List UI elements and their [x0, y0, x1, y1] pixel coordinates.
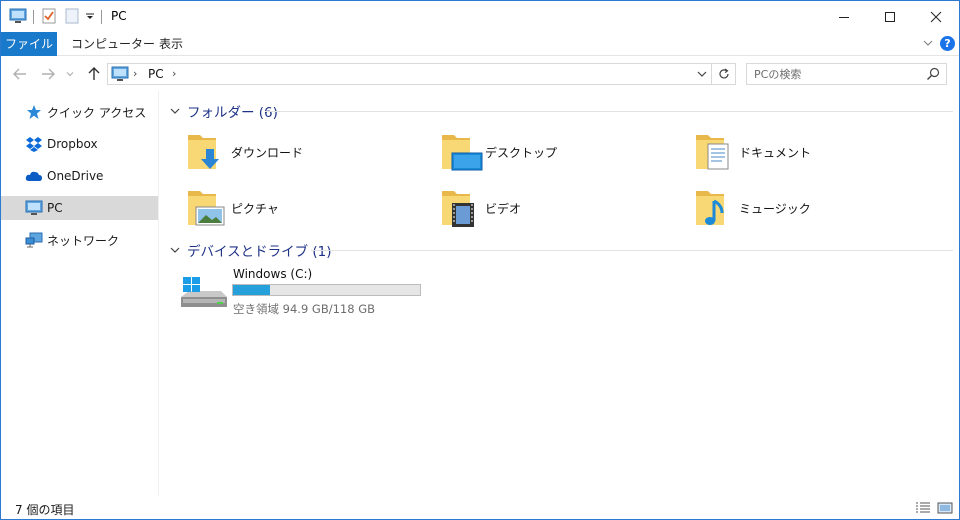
back-button[interactable]	[11, 65, 29, 83]
drive-free-space: 空き領域 94.9 GB/118 GB	[233, 302, 375, 316]
address-history-chevron-icon[interactable]	[697, 68, 707, 82]
devices-group-header[interactable]: デバイスとドライブ (1)	[169, 240, 332, 260]
sidebar-item-network[interactable]: ネットワーク	[1, 228, 158, 252]
title-bar: PC	[1, 1, 959, 32]
group-divider	[265, 111, 953, 112]
desktop-folder-icon	[440, 131, 483, 173]
folder-label: ダウンロード	[231, 145, 304, 160]
documents-folder-icon	[694, 131, 734, 173]
minimize-icon	[839, 16, 849, 18]
search-box[interactable]	[746, 63, 947, 85]
folder-item-documents[interactable]: ドキュメント	[694, 129, 934, 175]
address-bar[interactable]: › PC ›	[107, 63, 712, 85]
collapse-chevron-icon	[170, 247, 180, 253]
refresh-button[interactable]	[712, 63, 736, 85]
customize-toolbar-chevron-icon[interactable]	[85, 7, 95, 25]
navigation-bar: › PC ›	[1, 57, 959, 91]
music-folder-icon	[694, 187, 734, 229]
folder-item-videos[interactable]: ビデオ	[440, 185, 680, 231]
explorer-window: PC ファイル コンピューター 表示 ? › PC › PCの検索 クイック ア…	[0, 0, 960, 520]
sidebar-item-label: PC	[47, 201, 63, 215]
close-button[interactable]	[913, 1, 959, 32]
group-divider	[311, 250, 953, 251]
close-icon	[930, 11, 942, 22]
sidebar-item-dropbox[interactable]: Dropbox	[1, 132, 158, 156]
up-button[interactable]	[85, 65, 103, 83]
folder-label: ピクチャ	[231, 201, 279, 216]
folder-label: ビデオ	[485, 201, 522, 216]
folders-group-header[interactable]: フォルダー (6)	[169, 101, 278, 121]
properties-icon[interactable]	[41, 7, 57, 25]
sidebar-item-label: Dropbox	[47, 137, 98, 151]
maximize-button[interactable]	[867, 1, 913, 32]
ribbon-tab-bar: ファイル コンピューター 表示 ?	[1, 32, 959, 56]
videos-folder-icon	[440, 187, 480, 229]
tab-view[interactable]: 表示	[148, 32, 194, 56]
download-folder-icon	[186, 131, 226, 173]
windows-drive-icon	[181, 277, 229, 313]
pc-icon	[25, 199, 43, 217]
devices-group-title: デバイスとドライブ (1)	[187, 244, 332, 260]
details-view-icon	[916, 502, 930, 513]
onedrive-icon	[25, 167, 43, 185]
tab-file[interactable]: ファイル	[1, 32, 57, 56]
sidebar-item-onedrive[interactable]: OneDrive	[1, 164, 158, 188]
title-separator	[101, 10, 102, 24]
folder-item-music[interactable]: ミュージック	[694, 185, 934, 231]
pictures-folder-icon	[186, 187, 226, 229]
computer-icon[interactable]	[9, 7, 27, 25]
forward-button[interactable]	[39, 65, 57, 83]
refresh-icon	[718, 68, 729, 79]
back-arrow-icon	[13, 68, 26, 80]
drive-usage-fill	[233, 285, 270, 295]
folder-label: デスクトップ	[485, 145, 558, 160]
sidebar-item-label: ネットワーク	[47, 233, 120, 248]
search-icon[interactable]	[926, 67, 940, 84]
status-bar: 7 個の項目	[1, 497, 959, 519]
details-view-button[interactable]	[915, 501, 931, 515]
drive-item-c[interactable]: Windows (C:) 空き領域 94.9 GB/118 GB	[181, 267, 441, 317]
drive-label: Windows (C:)	[233, 267, 313, 281]
recent-locations-button[interactable]	[64, 65, 76, 83]
folder-label: ミュージック	[739, 201, 811, 216]
dropbox-icon	[25, 135, 43, 153]
quick-access-separator	[33, 10, 34, 24]
sidebar-item-pc[interactable]: PC	[1, 196, 158, 220]
new-folder-icon[interactable]	[64, 7, 80, 25]
sidebar-item-label: クイック アクセス	[47, 105, 147, 120]
content-pane: フォルダー (6) ダウンロード デスクトップ ドキュメント ピクチャ ビデオ …	[161, 91, 957, 496]
expand-ribbon-chevron-icon[interactable]	[921, 36, 935, 50]
minimize-button[interactable]	[821, 1, 867, 32]
drive-usage-bar	[232, 284, 421, 296]
forward-arrow-icon	[42, 68, 55, 80]
breadcrumb-pc[interactable]: PC	[148, 67, 164, 81]
folder-label: ドキュメント	[739, 145, 812, 160]
folder-item-desktop[interactable]: デスクトップ	[440, 129, 680, 175]
search-input[interactable]	[754, 67, 914, 81]
breadcrumb-chevron-icon[interactable]: ›	[172, 67, 176, 80]
up-arrow-icon	[88, 67, 100, 80]
large-icons-view-button[interactable]	[937, 501, 953, 515]
pc-icon	[111, 66, 129, 85]
sidebar-item-quick-access[interactable]: クイック アクセス	[1, 100, 158, 124]
navigation-pane: クイック アクセス Dropbox OneDrive PC ネットワーク	[1, 91, 159, 496]
network-icon	[25, 231, 43, 249]
folder-item-pictures[interactable]: ピクチャ	[186, 185, 426, 231]
breadcrumb-separator-icon[interactable]: ›	[133, 67, 137, 80]
sidebar-item-label: OneDrive	[47, 169, 104, 183]
collapse-chevron-icon	[170, 108, 180, 114]
large-icons-view-icon	[937, 502, 953, 514]
window-title: PC	[111, 9, 127, 23]
help-button[interactable]: ?	[940, 36, 955, 51]
star-icon	[25, 103, 43, 121]
folder-item-downloads[interactable]: ダウンロード	[186, 129, 426, 175]
chevron-down-icon	[66, 72, 74, 77]
item-count: 7 個の項目	[15, 503, 75, 517]
maximize-icon	[885, 11, 895, 22]
